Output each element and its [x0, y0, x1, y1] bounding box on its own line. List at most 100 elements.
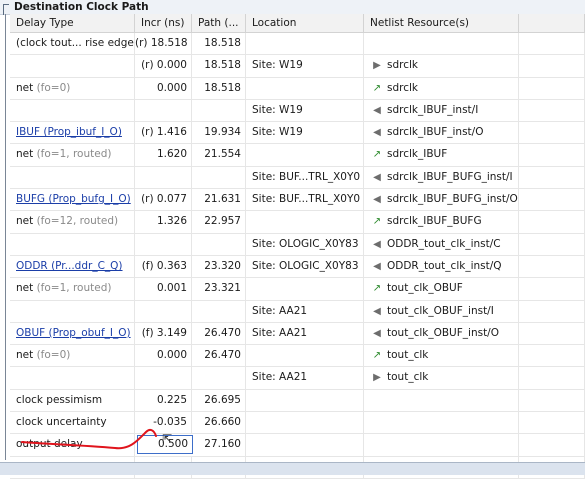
- path-cell: 26.470: [192, 345, 246, 367]
- delay-type-cell[interactable]: OBUF (Prop_obuf_I_O): [10, 322, 135, 345]
- resource-name: ODDR_tout_clk_inst/Q: [387, 259, 502, 272]
- path-cell: 21.554: [192, 144, 246, 166]
- column-header-delay-type[interactable]: Delay Type: [10, 14, 135, 32]
- delay-type-text: net: [16, 81, 34, 94]
- table-row[interactable]: net (fo=0) 0.000 26.470 ↗ tout_clk: [10, 345, 585, 368]
- incr-cell: (r) 1.416: [135, 122, 192, 144]
- pin-icon: ◀: [373, 127, 381, 139]
- resource-name: sdrclk_IBUF_inst/I: [387, 103, 479, 116]
- path-cell: [192, 166, 246, 189]
- netlist-resource-cell[interactable]: [364, 389, 519, 412]
- delay-type-cell: [10, 99, 135, 122]
- table-row[interactable]: Site: OLOGIC_X0Y83 ◀ ODDR_tout_clk_inst/C: [10, 233, 585, 256]
- table-row[interactable]: (clock tout... rise edge) (r) 18.518 18.51…: [10, 33, 585, 56]
- table-row[interactable]: net (fo=0) 0.000 18.518 ↗ sdrclk: [10, 77, 585, 100]
- location-cell: Site: AA21: [246, 300, 364, 322]
- netlist-resource-cell[interactable]: ◀ tout_clk_OBUF_inst/I: [364, 300, 519, 322]
- netlist-resource-cell[interactable]: ▶ sdrclk: [364, 55, 519, 77]
- netlist-resource-cell[interactable]: ▶ tout_clk: [364, 367, 519, 389]
- cell-link[interactable]: OBUF (Prop_obuf_I_O): [16, 327, 131, 339]
- netlist-resource-cell[interactable]: [364, 412, 519, 434]
- section-header[interactable]: Destination Clock Path: [0, 0, 585, 15]
- timing-path-table: Delay Type Incr (ns) Path (... Location …: [10, 14, 585, 479]
- delay-type-cell: (clock tout... rise edge): [10, 33, 135, 55]
- table-row[interactable]: net (fo=12, routed) 1.326 22.957 ↗ sdrclk_IB…: [10, 211, 585, 234]
- location-cell: Site: OLOGIC_X0Y83: [246, 255, 364, 278]
- column-header-path[interactable]: Path (...: [192, 14, 246, 32]
- path-cell: 21.631: [192, 189, 246, 211]
- resource-name: tout_clk: [387, 349, 429, 362]
- table-row[interactable]: Site: BUF...TRL_X0Y0 ◀ sdrclk_IBUF_BUFG_in…: [10, 166, 585, 190]
- resource-name: sdrclk_IBUF_inst/O: [387, 126, 484, 139]
- incr-cell: (f) 3.149: [135, 322, 192, 345]
- netlist-resource-cell[interactable]: [364, 33, 519, 55]
- delay-type-cell: [10, 166, 135, 189]
- port-icon: ▶: [373, 372, 381, 384]
- netlist-resource-cell[interactable]: [364, 434, 519, 456]
- delay-type-cell: net (fo=0): [10, 345, 135, 367]
- table-row[interactable]: BUFG (Prop_bufg_I_O) (r) 0.077 21.631 Site:…: [10, 189, 585, 212]
- netlist-resource-cell[interactable]: ◀ sdrclk_IBUF_inst/I: [364, 99, 519, 122]
- delay-type-text: net: [16, 349, 34, 362]
- table-header: Delay Type Incr (ns) Path (... Location …: [10, 14, 585, 33]
- column-header-netlist-resources[interactable]: Netlist Resource(s): [364, 14, 519, 32]
- delay-type-cell[interactable]: BUFG (Prop_bufg_I_O): [10, 189, 135, 211]
- filler-cell: [519, 322, 585, 345]
- table-row[interactable]: Site: W19 ◀ sdrclk_IBUF_inst/I: [10, 99, 585, 123]
- location-cell: Site: W19: [246, 122, 364, 144]
- incr-cell: [135, 367, 192, 389]
- delay-type-cell[interactable]: ODDR (Pr...ddr_C_Q): [10, 255, 135, 278]
- incr-cell: [135, 233, 192, 255]
- incr-cell: [135, 99, 192, 122]
- resource-name: sdrclk_IBUF_BUFG: [387, 215, 482, 228]
- netlist-resource-cell[interactable]: ↗ sdrclk_IBUF: [364, 144, 519, 166]
- resource-name: sdrclk_IBUF_BUFG_inst/O: [387, 193, 518, 206]
- panel-bottom-border: [0, 462, 585, 475]
- tree-guide-line: [5, 14, 6, 460]
- netlist-resource-cell[interactable]: ↗ tout_clk_OBUF: [364, 278, 519, 300]
- delay-type-cell: [10, 367, 135, 389]
- tree-expander-icon[interactable]: [3, 4, 9, 15]
- delay-type-cell: [10, 300, 135, 322]
- netlist-resource-cell[interactable]: ◀ ODDR_tout_clk_inst/Q: [364, 255, 519, 278]
- cell-link[interactable]: ODDR (Pr...ddr_C_Q): [16, 260, 123, 272]
- path-cell: 23.321: [192, 278, 246, 300]
- cell-link[interactable]: BUFG (Prop_bufg_I_O): [16, 193, 131, 205]
- pin-icon: ◀: [373, 238, 381, 250]
- delay-type-cell: net (fo=0): [10, 77, 135, 99]
- cell-link[interactable]: IBUF (Prop_ibuf_I_O): [16, 126, 122, 138]
- red-underline-annotation: [21, 428, 157, 450]
- netlist-resource-cell[interactable]: ◀ sdrclk_IBUF_BUFG_inst/O: [364, 189, 519, 211]
- netlist-resource-cell[interactable]: ↗ sdrclk_IBUF_BUFG: [364, 211, 519, 233]
- column-header-incr[interactable]: Incr (ns): [135, 14, 192, 32]
- filler-cell: [519, 55, 585, 77]
- netlist-resource-cell[interactable]: ◀ sdrclk_IBUF_BUFG_inst/I: [364, 166, 519, 189]
- netlist-resource-cell[interactable]: ◀ tout_clk_OBUF_inst/O: [364, 322, 519, 345]
- table-row[interactable]: (r) 0.000 18.518 Site: W19 ▶ sdrclk: [10, 55, 585, 78]
- column-header-location[interactable]: Location: [246, 14, 364, 32]
- resource-name: tout_clk: [387, 371, 429, 384]
- delay-type-cell: [10, 55, 135, 77]
- netlist-resource-cell[interactable]: ↗ tout_clk: [364, 345, 519, 367]
- delay-type-cell[interactable]: IBUF (Prop_ibuf_I_O): [10, 122, 135, 144]
- filler-cell: [519, 345, 585, 367]
- netlist-resource-cell[interactable]: ◀ ODDR_tout_clk_inst/C: [364, 233, 519, 255]
- table-row[interactable]: Site: AA21 ▶ tout_clk: [10, 367, 585, 390]
- filler-cell: [519, 367, 585, 389]
- table-row[interactable]: clock pessimism 0.225 26.695: [10, 389, 585, 413]
- table-row[interactable]: OBUF (Prop_obuf_I_O) (f) 3.149 26.470 Site:…: [10, 322, 585, 346]
- net-arrow-icon: ↗: [372, 149, 382, 161]
- table-row[interactable]: Site: AA21 ◀ tout_clk_OBUF_inst/I: [10, 300, 585, 323]
- delay-type-text: clock pessimism: [16, 393, 103, 406]
- table-row[interactable]: ODDR (Pr...ddr_C_Q) (f) 0.363 23.320 Site: …: [10, 255, 585, 279]
- table-row[interactable]: net (fo=1, routed) 1.620 21.554 ↗ sdrclk_IBU…: [10, 144, 585, 167]
- net-arrow-icon: ↗: [372, 216, 382, 228]
- incr-cell: (r) 18.518: [135, 33, 192, 55]
- table-row[interactable]: IBUF (Prop_ibuf_I_O) (r) 1.416 19.934 Site:…: [10, 122, 585, 145]
- table-row[interactable]: net (fo=1, routed) 0.001 23.321 ↗ tout_clk_O…: [10, 278, 585, 301]
- netlist-resource-cell[interactable]: ◀ sdrclk_IBUF_inst/O: [364, 122, 519, 144]
- location-cell: Site: AA21: [246, 367, 364, 389]
- net-arrow-icon: ↗: [372, 350, 382, 362]
- pin-icon: ◀: [373, 327, 381, 339]
- netlist-resource-cell[interactable]: ↗ sdrclk: [364, 77, 519, 99]
